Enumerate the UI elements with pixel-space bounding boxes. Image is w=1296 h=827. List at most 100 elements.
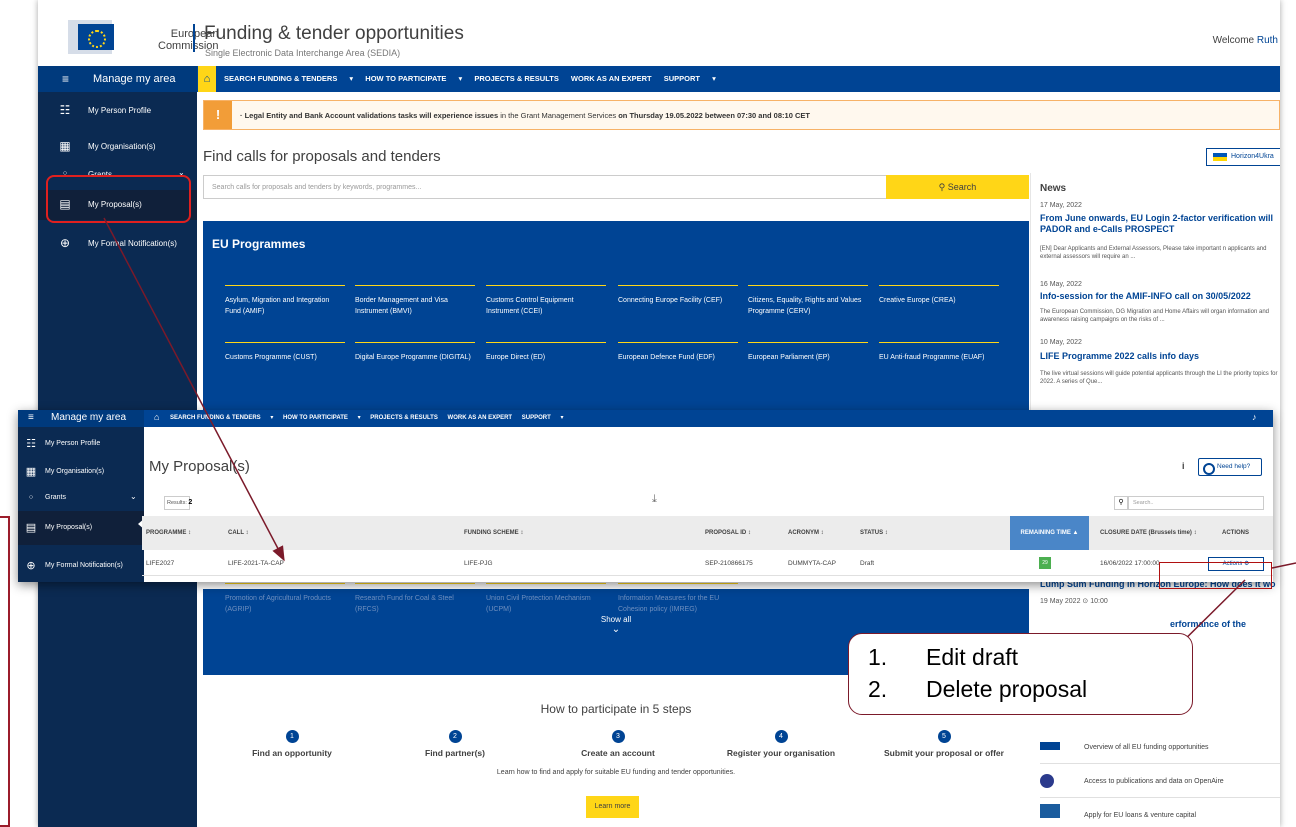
search-button[interactable]: ⚲ Search (886, 175, 1029, 199)
sidebar-item-organisations[interactable]: ▦ My Organisation(s) (18, 459, 144, 485)
nav-projects-results[interactable]: PROJECTS & RESULTS (474, 74, 558, 83)
warning-icon: ! (204, 101, 232, 129)
event-headline-link[interactable]: erformance of the (1170, 619, 1246, 629)
sidebar-item-organisations[interactable]: ▦ My Organisation(s) (38, 132, 197, 162)
search-icon[interactable]: ⚲ (1114, 496, 1128, 510)
sidebar-item-person-profile[interactable]: ☷ My Person Profile (38, 96, 197, 126)
sidebar-item-label: My Person Profile (88, 106, 152, 115)
programme-link[interactable]: Connecting Europe Facility (CEF) (618, 285, 738, 306)
sidebar: ☷ My Person Profile ▦ My Organisation(s)… (18, 427, 145, 582)
programme-link[interactable]: European Defence Fund (EDF) (618, 342, 738, 363)
news-headline-link[interactable]: From June onwards, EU Login 2-factor ver… (1040, 213, 1280, 235)
manage-my-area-toggle[interactable]: ≡ Manage my area (18, 410, 144, 427)
ec-flag-logo-icon[interactable] (78, 24, 114, 50)
programme-link[interactable]: Research Fund for Coal & Steel (RFCS) (355, 583, 475, 615)
sidebar-item-formal-notifications[interactable]: ⊕ My Formal Notification(s) (38, 229, 197, 259)
annotation-bracket (0, 516, 10, 827)
table-row[interactable]: LIFE2027 LIFE-2021-TA-CAP LIFE-PJG SEP-2… (142, 550, 1273, 576)
sidebar-item-grants[interactable]: ○ Grants ⌄ (18, 485, 144, 511)
quick-link[interactable]: Access to publications and data on OpenA… (1040, 764, 1280, 798)
show-all-button[interactable]: Show all ⌄ (203, 615, 1029, 635)
quick-links-panel: Overview of all EU funding opportunities… (1030, 730, 1280, 827)
maintenance-alert: ! · Legal Entity and Bank Account valida… (203, 100, 1280, 130)
nav-search-funding[interactable]: SEARCH FUNDING & TENDERS ▾ (170, 415, 273, 421)
col-proposal-id[interactable]: PROPOSAL ID ↕ (705, 530, 751, 536)
nav-support[interactable]: SUPPORT ▾ (664, 74, 716, 83)
building-icon: ▦ (25, 466, 37, 478)
programme-link[interactable]: Europe Direct (ED) (486, 342, 606, 363)
news-text: [EN] Dear Applicants and External Assess… (1040, 246, 1267, 260)
calls-search-input[interactable]: Search calls for proposals and tenders b… (203, 175, 887, 199)
alert-message: · Legal Entity and Bank Account validati… (240, 111, 810, 120)
programme-link[interactable]: European Parliament (EP) (748, 342, 868, 363)
nav-support[interactable]: SUPPORT ▾ (522, 415, 564, 421)
nav-how-to-participate[interactable]: HOW TO PARTICIPATE ▾ (283, 415, 361, 421)
nav-how-to-participate[interactable]: HOW TO PARTICIPATE ▾ (365, 74, 462, 83)
programme-link[interactable]: Digital Europe Programme (DIGITAL) (355, 342, 475, 363)
col-closure-date[interactable]: CLOSURE DATE (Brussels time) ↕ (1100, 530, 1197, 536)
cell-closure-date: 16/06/2022 17:00:00 (1100, 560, 1160, 567)
person-profile-icon: ☷ (26, 438, 36, 450)
building-icon: ▦ (59, 139, 71, 153)
person-profile-icon: ☷ (59, 103, 71, 117)
programme-link[interactable]: Union Civil Protection Mechanism (UCPM) (486, 583, 606, 615)
quick-link[interactable]: Apply for EU loans & venture capital (1040, 798, 1280, 827)
programme-link[interactable]: Creative Europe (CREA) (879, 285, 999, 306)
programme-link[interactable]: Promotion of Agricultural Products (AGRI… (225, 583, 345, 615)
col-status[interactable]: STATUS ↕ (860, 530, 888, 536)
hamburger-icon[interactable]: ≡ (62, 72, 69, 86)
step-item: 5 Submit your proposal or offer (864, 730, 1024, 758)
highlight-my-proposals (46, 175, 191, 223)
col-call[interactable]: CALL ↕ (228, 530, 249, 536)
news-headline-link[interactable]: LIFE Programme 2022 calls info days (1040, 351, 1280, 362)
nav-work-as-expert[interactable]: WORK AS AN EXPERT (571, 74, 652, 83)
page-title: My Proposal(s) (149, 458, 250, 475)
home-icon[interactable]: ⌂ (154, 412, 159, 422)
programme-link[interactable]: Information Measures for the EU Cohesion… (618, 583, 738, 615)
highlight-actions-button (1159, 562, 1272, 589)
bell-icon[interactable]: ♪ (1252, 412, 1257, 422)
sidebar-item-formal-notifications[interactable]: ⊕ My Formal Notification(s) (18, 553, 144, 579)
manage-my-area-toggle[interactable]: ≡ Manage my area (38, 66, 197, 92)
top-nav-links: SEARCH FUNDING & TENDERS ▾ HOW TO PARTIC… (170, 414, 571, 421)
nav-search-funding[interactable]: SEARCH FUNDING & TENDERS ▾ (224, 74, 353, 83)
nav-work-as-expert[interactable]: WORK AS AN EXPERT (448, 415, 513, 421)
programme-link[interactable]: Border Management and Visa Instrument (B… (355, 285, 475, 317)
hamburger-icon[interactable]: ≡ (28, 412, 34, 423)
col-acronym[interactable]: ACRONYM ↕ (788, 530, 824, 536)
sidebar-item-person-profile[interactable]: ☷ My Person Profile (18, 431, 144, 457)
programme-link[interactable]: Customs Programme (CUST) (225, 342, 345, 363)
welcome-user-link[interactable]: Ruth (1257, 35, 1278, 46)
step-label: Find an opportunity (252, 748, 332, 758)
top-navigation: ≡ Manage my area ⌂ SEARCH FUNDING & TEND… (18, 410, 1273, 427)
nav-projects-results[interactable]: PROJECTS & RESULTS (370, 415, 438, 421)
welcome-text: Welcome Ruth (1213, 35, 1278, 46)
horizon4ukraine-button[interactable]: Horizon4Ukra (1206, 148, 1280, 166)
quick-link[interactable]: Overview of all EU funding opportunities (1040, 730, 1280, 764)
chevron-down-icon[interactable]: ⌄ (130, 492, 137, 501)
openaire-icon (1040, 774, 1054, 788)
programme-link[interactable]: Citizens, Equality, Rights and Values Pr… (748, 285, 868, 317)
info-icon[interactable]: i (1182, 461, 1185, 471)
programme-link[interactable]: Asylum, Migration and Integration Fund (… (225, 285, 345, 317)
home-icon[interactable]: ⌂ (198, 66, 216, 92)
actions-callout: 1. Edit draft 2. Delete proposal (848, 633, 1193, 715)
proposal-search-input[interactable]: Search.. (1128, 496, 1264, 510)
globe-icon: ⊕ (26, 560, 36, 572)
news-text: The live virtual sessions will guide pot… (1040, 371, 1278, 385)
need-help-button[interactable]: Need help? (1198, 458, 1262, 476)
download-icon[interactable]: ⤓ (652, 493, 657, 506)
sidebar-item-proposals[interactable]: ▤ My Proposal(s) (18, 511, 145, 545)
programme-link[interactable]: Customs Control Equipment Instrument (CC… (486, 285, 606, 317)
cell-programme: LIFE2027 (146, 560, 175, 567)
learn-more-button[interactable]: Learn more (586, 796, 639, 818)
col-programme[interactable]: PROGRAMME ↕ (146, 530, 191, 536)
col-remaining-time[interactable]: REMAINING TIME ▲ (1010, 516, 1089, 550)
search-icon: ⚲ (938, 182, 946, 192)
col-funding-scheme[interactable]: FUNDING SCHEME ↕ (464, 530, 523, 536)
programme-link[interactable]: EU Anti-fraud Programme (EUAF) (879, 342, 999, 363)
callout-line-delete: 2. Delete proposal (868, 676, 1088, 702)
news-date: 16 May, 2022 (1040, 281, 1082, 288)
news-headline-link[interactable]: Info-session for the AMIF-INFO call on 3… (1040, 291, 1280, 302)
step-number: 3 (611, 730, 625, 743)
